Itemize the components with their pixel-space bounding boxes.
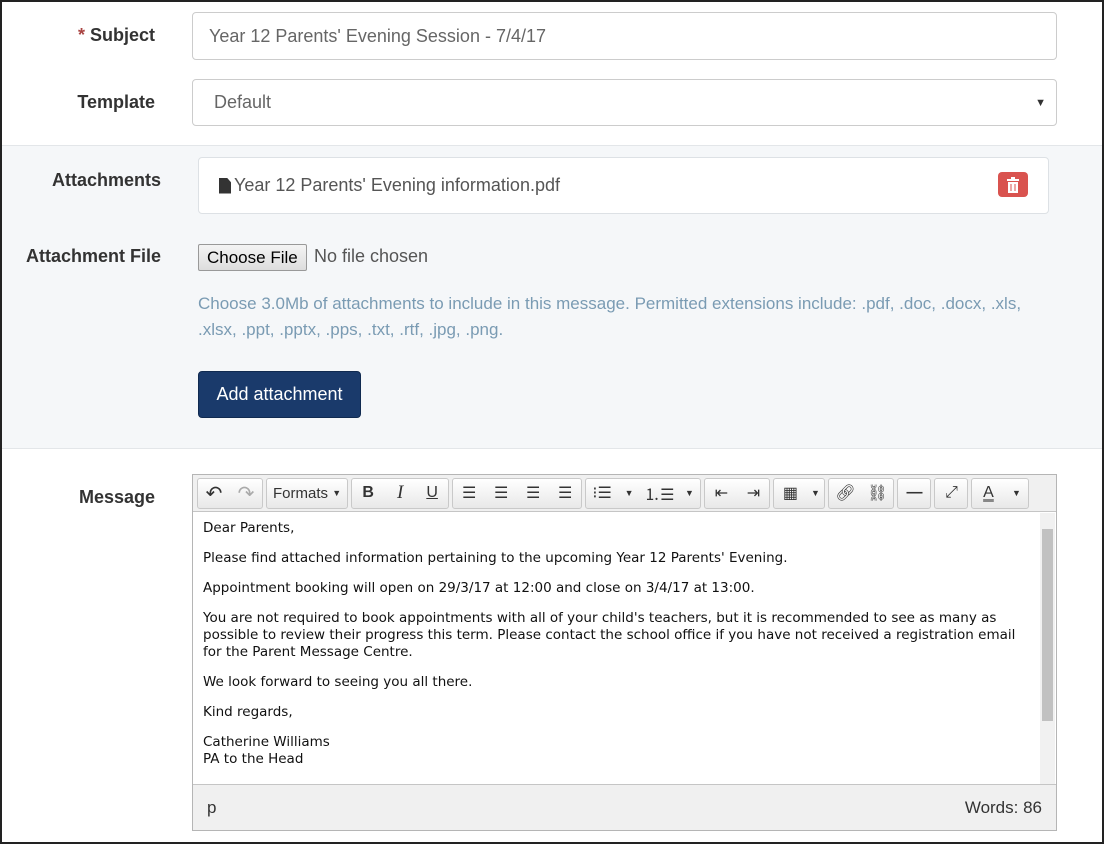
numbered-list-icon[interactable]: ⒈☰ — [640, 479, 678, 508]
editor-toolbar: ↶ ↷ Formats ▼ BIU ☰ ☰ ☰ ☰ ⁝☰ ▼ ⒈☰ ▼ ⇤ ⇥ ▦ ▼ 🔗︎ ⛓︎ … — [193, 475, 1056, 512]
attachment-help-text: Choose 3.0Mb of attachments to include i… — [198, 294, 1022, 339]
indent-icon[interactable]: ⇥ — [737, 479, 769, 508]
signature: Catherine Williams PA to the Head — [203, 734, 330, 767]
attachments-label: Attachments — [51, 170, 161, 190]
message-label: Message — [78, 487, 155, 507]
template-select[interactable]: Default ▼ — [192, 79, 1057, 126]
delete-attachment-button[interactable] — [998, 172, 1028, 197]
justify-icon[interactable]: ☰ — [549, 479, 581, 508]
attachment-item: Year 12 Parents' Evening information.pdf — [198, 157, 1049, 214]
file-status: No file chosen — [314, 246, 429, 266]
paragraph: Kind regards, — [203, 704, 293, 720]
paragraph: We look forward to seeing you all there. — [203, 674, 473, 690]
horizontal-rule-icon[interactable]: — — [898, 479, 930, 508]
paragraph: You are not required to book appointment… — [203, 610, 1016, 660]
redo-icon[interactable]: ↷ — [230, 479, 262, 508]
message-editor: ↶ ↷ Formats ▼ BIU ☰ ☰ ☰ ☰ ⁝☰ ▼ ⒈☰ ▼ ⇤ ⇥ ▦ ▼ 🔗︎ ⛓︎ … — [192, 474, 1057, 831]
message-body[interactable]: Dear Parents, Please find attached infor… — [193, 512, 1056, 785]
attachment-name: Year 12 Parents' Evening information.pdf — [234, 175, 560, 195]
editor-scrollbar[interactable] — [1040, 513, 1055, 784]
table-caret-icon[interactable]: ▼ — [806, 479, 824, 508]
underline-icon[interactable]: U — [416, 479, 448, 508]
unlink-icon[interactable]: ⛓︎ — [861, 479, 893, 508]
bullet-list-icon[interactable]: ⁝☰ — [586, 479, 618, 508]
undo-icon[interactable]: ↶ — [198, 479, 230, 508]
fullscreen-icon[interactable]: ⤢ — [935, 479, 967, 508]
align-left-icon[interactable]: ☰ — [453, 479, 485, 508]
numbered-list-caret-icon[interactable]: ▼ — [678, 479, 700, 508]
dropdown-caret-icon: ▼ — [1035, 96, 1046, 109]
text-color-icon[interactable]: A — [972, 479, 1004, 508]
file-icon — [219, 177, 231, 194]
outdent-icon[interactable]: ⇤ — [705, 479, 737, 508]
template-label: Template — [77, 92, 155, 112]
subject-input[interactable]: Year 12 Parents' Evening Session - 7/4/1… — [192, 12, 1057, 60]
table-icon[interactable]: ▦ — [774, 479, 806, 508]
add-attachment-button[interactable]: Add attachment — [198, 371, 361, 418]
word-count: Words: 86 — [964, 797, 1042, 817]
align-center-icon[interactable]: ☰ — [485, 479, 517, 508]
subject-label: * Subject — [77, 25, 155, 45]
paragraph: Please find attached information pertain… — [203, 550, 788, 566]
attachment-file-label: Attachment File — [25, 246, 161, 266]
scrollbar-thumb[interactable] — [1042, 529, 1053, 721]
element-path[interactable]: p — [207, 798, 216, 818]
formats-dropdown[interactable]: Formats ▼ — [267, 479, 347, 508]
italic-icon[interactable]: I — [384, 479, 416, 508]
paragraph: Appointment booking will open on 29/3/17… — [203, 580, 755, 596]
trash-icon — [1007, 176, 1019, 193]
bold-icon[interactable]: B — [352, 479, 384, 508]
align-right-icon[interactable]: ☰ — [517, 479, 549, 508]
caret-down-icon: ▼ — [332, 488, 342, 498]
bullet-list-caret-icon[interactable]: ▼ — [618, 479, 640, 508]
paragraph: Dear Parents, — [203, 520, 295, 536]
choose-file-button[interactable]: Choose File — [198, 244, 307, 271]
text-color-caret-icon[interactable]: ▼ — [1004, 479, 1028, 508]
editor-statusbar: p Words: 86 — [193, 784, 1056, 830]
link-icon[interactable]: 🔗︎ — [829, 479, 861, 508]
